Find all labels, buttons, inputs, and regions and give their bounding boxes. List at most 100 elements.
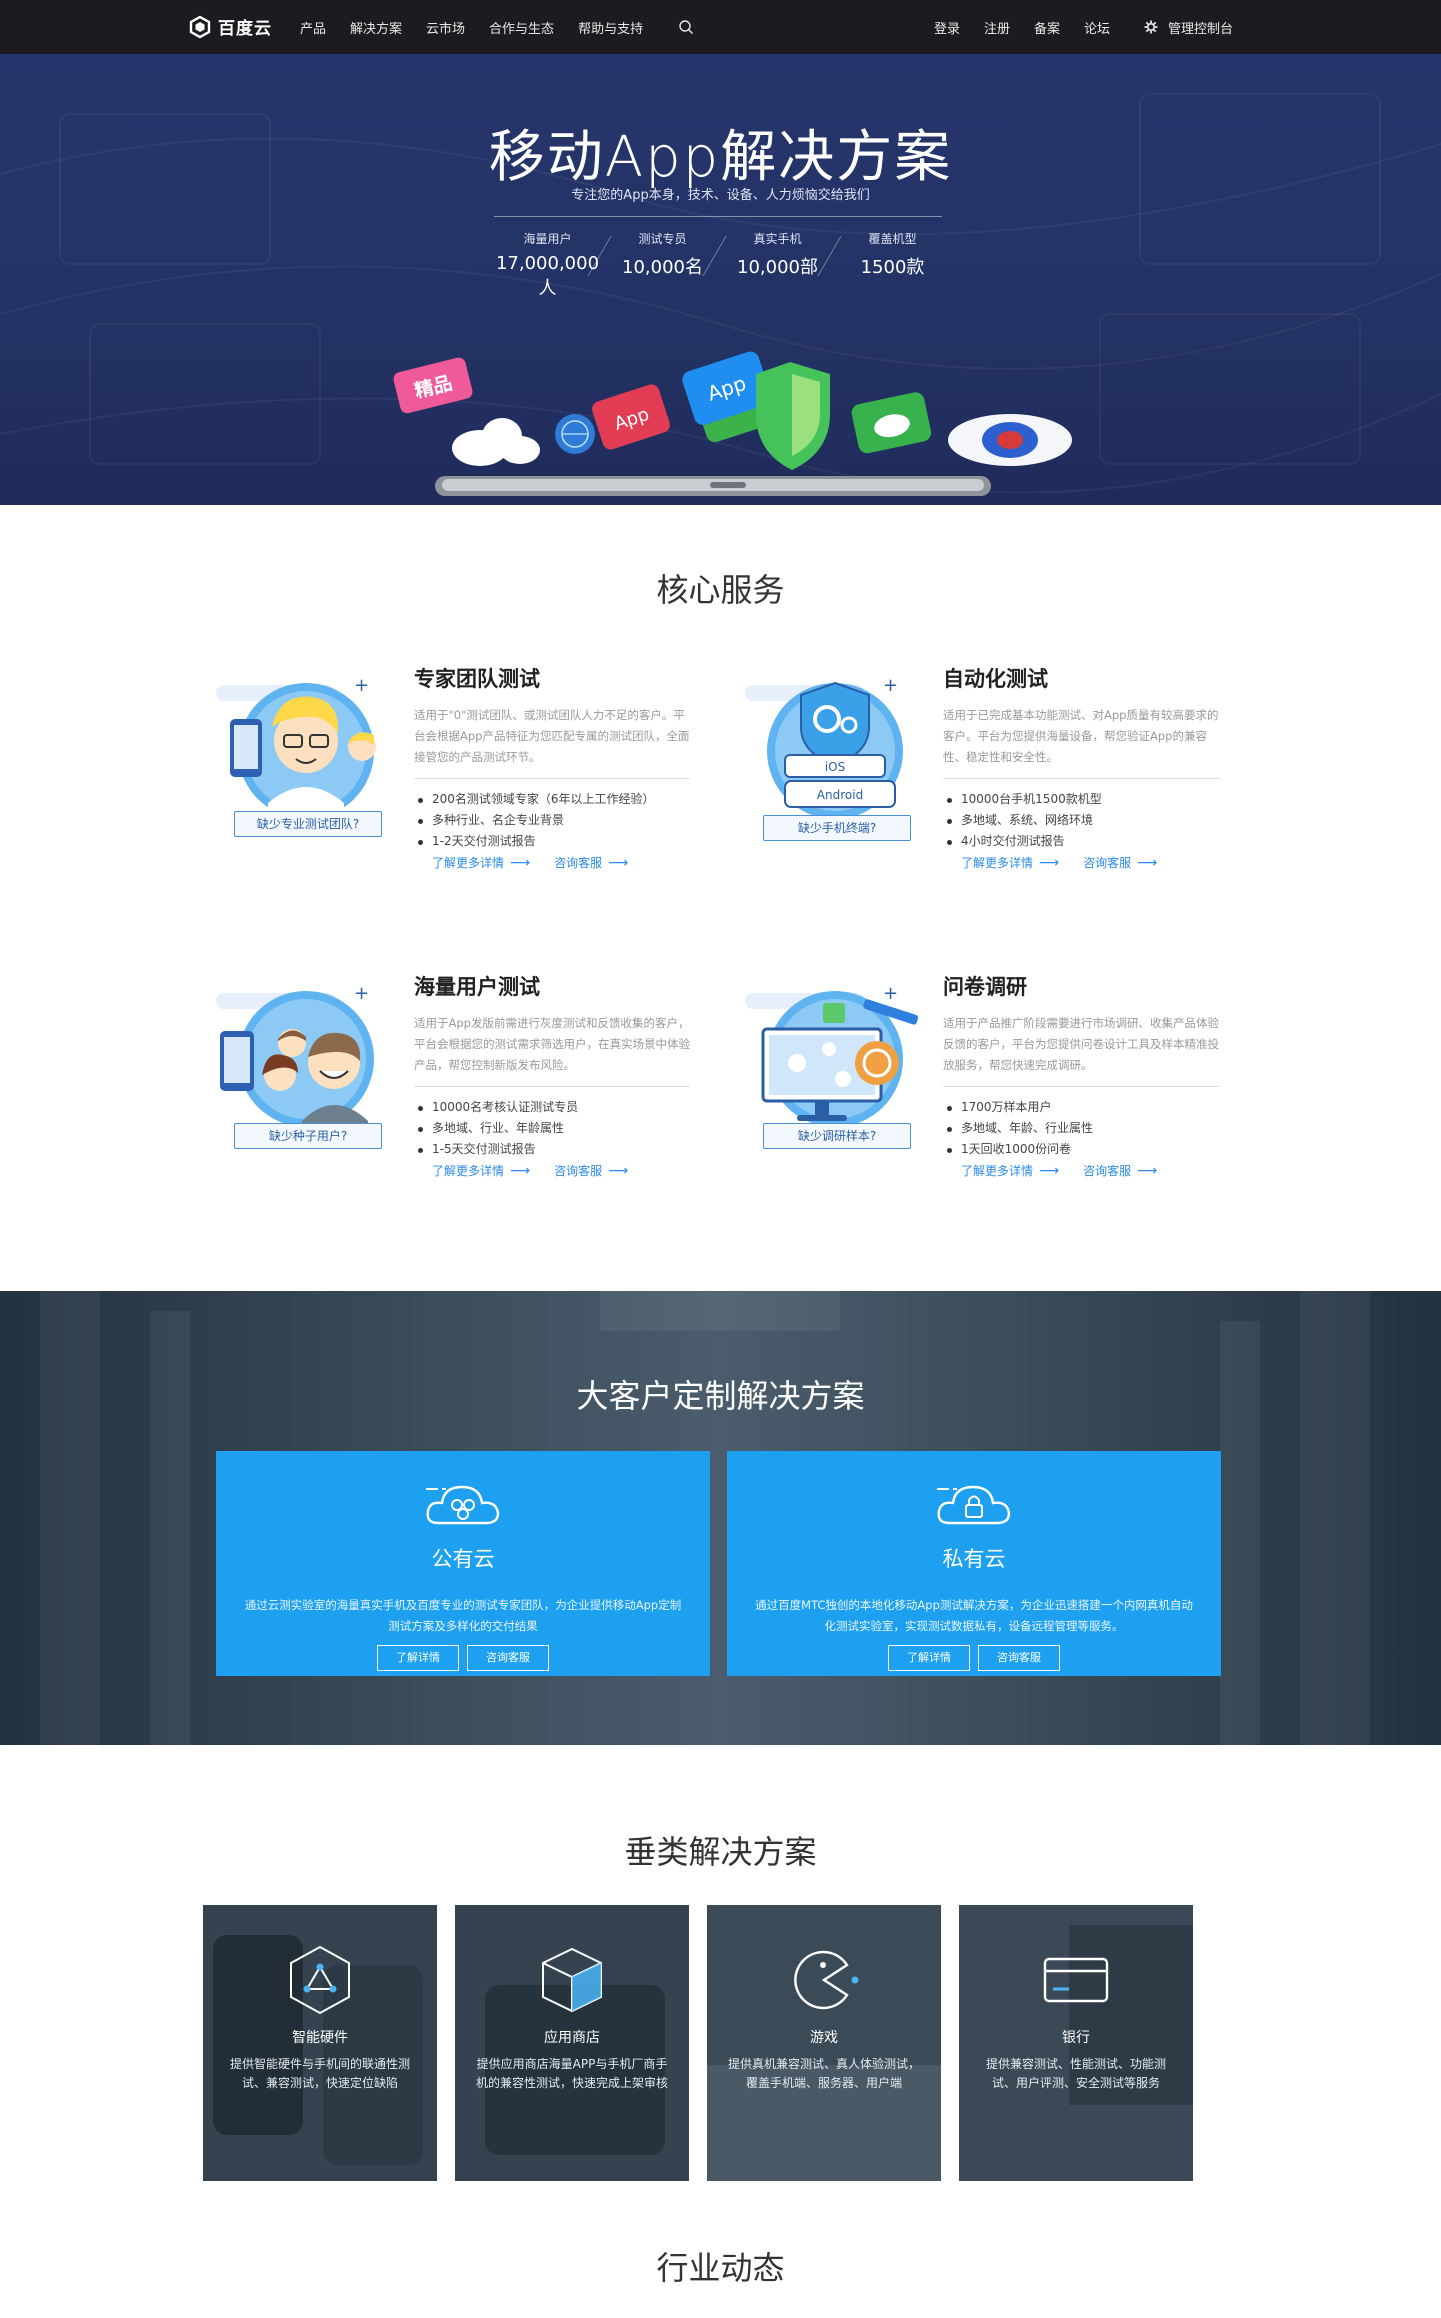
service-body: 海量用户测试 适用于App发版前需进行灰度测试和反馈收集的客户，平台会根据您的测… [414, 971, 690, 1179]
learn-details-button[interactable]: 了解详情 [377, 1645, 459, 1671]
bank-card-icon [1043, 1957, 1109, 2003]
service-tag: 缺少手机终端? [763, 815, 911, 841]
consult-link[interactable]: 咨询客服 ⟶ [554, 854, 628, 871]
nav-item-forum[interactable]: 论坛 [1084, 18, 1110, 37]
hero-illustration: 精品 App App [393, 351, 1072, 496]
link-label: 咨询客服 [1083, 856, 1132, 870]
vertical-solutions-section: 垂类解决方案 智能硬件 提供智能硬件与手机间的联通性测试、兼容测试，快速定位缺陷… [0, 1745, 1441, 2235]
vertical-card-smart-hardware[interactable]: 智能硬件 提供智能硬件与手机间的联通性测试、兼容测试，快速定位缺陷 [203, 1905, 437, 2181]
service-feature-list: 10000台手机1500款机型 多地域、系统、网络环境 4小时交付测试报告 [943, 789, 1219, 852]
arrow-right-icon: ⟶ [1039, 854, 1060, 871]
list-item: 10000名考核认证测试专员 [414, 1097, 690, 1118]
public-cloud-card: 公有云 通过云测实验室的海量真实手机及百度专业的测试专家团队，为企业提供移动Ap… [216, 1451, 710, 1676]
service-card-automation: + iOS Android 缺少手机终端? 自动化测试 适用于已完成基本功能测试… [745, 663, 1265, 903]
list-item: 多种行业、名企专业背景 [414, 810, 690, 831]
consult-button[interactable]: 咨询客服 [467, 1645, 549, 1671]
baidu-cloud-logo[interactable]: 百度云 [188, 14, 272, 39]
link-label: 了解更多详情 [432, 1164, 505, 1178]
android-label: Android [817, 788, 863, 802]
service-description: 适用于App发版前需进行灰度测试和反馈收集的客户，平台会根据您的测试需求筛选用户… [414, 1013, 690, 1087]
arrow-right-icon: ⟶ [1137, 854, 1158, 871]
nav-item-partners[interactable]: 合作与生态 [489, 18, 554, 37]
ios-label: iOS [825, 760, 845, 774]
stat-users: 海量用户 17,000,000人 [490, 230, 605, 300]
link-label: 了解更多详情 [961, 856, 1034, 870]
section-title: 大客户定制解决方案 [576, 1377, 865, 1415]
svg-text:+: + [883, 983, 898, 1004]
list-item: 多地域、年龄、行业属性 [943, 1118, 1219, 1139]
cube-icon [542, 1947, 602, 2013]
private-cloud-card: 私有云 通过百度MTC独创的本地化移动App测试解决方案，为企业迅速搭建一个内网… [727, 1451, 1221, 1676]
vertical-card-bank[interactable]: 银行 提供兼容测试、性能测试、功能测试、用户评测、安全测试等服务 [959, 1905, 1193, 2181]
link-label: 咨询客服 [554, 856, 603, 870]
service-feature-list: 1700万样本用户 多地域、年龄、行业属性 1天回收1000份问卷 [943, 1097, 1219, 1160]
console-label: 管理控制台 [1168, 21, 1234, 37]
stat-models: 覆盖机型 1500款 [835, 230, 950, 300]
service-description: 适用于"0"测试团队、或测试团队人力不足的客户。平台会根据App产品特征为您匹配… [414, 705, 690, 779]
hero-divider [494, 216, 942, 217]
learn-more-link[interactable]: 了解更多详情 ⟶ [432, 854, 530, 871]
service-feature-list: 200名测试领域专家（6年以上工作经验） 多种行业、名企专业背景 1-2天交付测… [414, 789, 690, 852]
learn-more-link[interactable]: 了解更多详情 ⟶ [961, 854, 1059, 871]
nav-item-icp[interactable]: 备案 [1034, 18, 1060, 37]
card-title: 公有云 [431, 1547, 495, 1571]
card-title: 银行 [1062, 2030, 1090, 2046]
nav-item-help[interactable]: 帮助与支持 [578, 18, 643, 37]
card-buttons: 了解详情 咨询客服 [727, 1645, 1221, 1671]
learn-more-link[interactable]: 了解更多详情 ⟶ [432, 1162, 530, 1179]
arrow-right-icon: ⟶ [1137, 1162, 1158, 1179]
consult-link[interactable]: 咨询客服 ⟶ [1083, 854, 1157, 871]
consult-link[interactable]: 咨询客服 ⟶ [1083, 1162, 1157, 1179]
link-label: 了解更多详情 [961, 1164, 1034, 1178]
service-card-expert: + 缺少专业测试团队? 专家团队测试 适用于"0"测试团队、或测试团队人力不足的… [216, 663, 736, 903]
list-item: 1-5天交付测试报告 [414, 1139, 690, 1160]
card-title: 私有云 [942, 1547, 1006, 1571]
card-description: 提供智能硬件与手机间的联通性测试、兼容测试，快速定位缺陷 [229, 2057, 410, 2090]
service-description: 适用于产品推广阶段需要进行市场调研、收集产品体验反馈的客户，平台为您提供问卷设计… [943, 1013, 1219, 1087]
top-navigation-bar: 百度云 产品 解决方案 云市场 合作与生态 帮助与支持 登录 注册 备案 论坛 … [0, 0, 1441, 54]
arrow-right-icon: ⟶ [510, 854, 531, 871]
cloud-team-icon [426, 1485, 500, 1525]
consult-button[interactable]: 咨询客服 [978, 1645, 1060, 1671]
nav-item-register[interactable]: 注册 [984, 18, 1010, 37]
arrow-right-icon: ⟶ [510, 1162, 531, 1179]
vertical-card-app-store[interactable]: 应用商店 提供应用商店海量APP与手机厂商手机的兼容性测试，快速完成上架审核 [455, 1905, 689, 2181]
cloud-lock-icon [937, 1485, 1011, 1525]
triangle-network-icon [290, 1945, 350, 2015]
core-services-section: 核心服务 + 缺少专业测试团队? 专家团队测试 适用于"0"测试团队、或测试团队… [0, 505, 1441, 1291]
arrow-right-icon: ⟶ [608, 1162, 629, 1179]
vertical-card-games[interactable]: 游戏 提供真机兼容测试、真人体验测试，覆盖手机端、服务器、用户端 [707, 1905, 941, 2181]
learn-details-button[interactable]: 了解详情 [888, 1645, 970, 1671]
service-title: 专家团队测试 [414, 667, 540, 691]
gear-icon [1144, 20, 1158, 34]
svg-text:+: + [883, 675, 898, 696]
list-item: 多地域、系统、网络环境 [943, 810, 1219, 831]
industry-news-section: 行业动态 [0, 2235, 1441, 2318]
card-title: 游戏 [810, 2030, 838, 2046]
nav-item-products[interactable]: 产品 [300, 18, 326, 37]
stat-value: 17,000,000人 [495, 253, 600, 299]
link-label: 了解更多详情 [432, 856, 505, 870]
cloud-logo-icon [189, 15, 211, 38]
nav-item-solutions[interactable]: 解决方案 [350, 18, 402, 37]
primary-nav: 产品 解决方案 云市场 合作与生态 帮助与支持 [300, 0, 667, 54]
link-label: 咨询客服 [1083, 1164, 1132, 1178]
service-body: 自动化测试 适用于已完成基本功能测试、对App质量有较高要求的客户。平台为您提供… [943, 663, 1219, 871]
stat-phones: 真实手机 10,000部 [720, 230, 835, 300]
console-link[interactable]: 管理控制台 [1144, 0, 1233, 54]
service-body: 专家团队测试 适用于"0"测试团队、或测试团队人力不足的客户。平台会根据App产… [414, 663, 690, 871]
card-description: 提供真机兼容测试、真人体验测试，覆盖手机端、服务器、用户端 [727, 2057, 920, 2090]
service-tag: 缺少调研样本? [763, 1123, 911, 1149]
nav-item-login[interactable]: 登录 [934, 18, 960, 37]
pacman-icon [794, 1950, 859, 2010]
stat-value: 1500款 [860, 257, 925, 278]
arrow-right-icon: ⟶ [1039, 1162, 1060, 1179]
learn-more-link[interactable]: 了解更多详情 ⟶ [961, 1162, 1059, 1179]
service-feature-list: 10000名考核认证测试专员 多地域、行业、年龄属性 1-5天交付测试报告 [414, 1097, 690, 1160]
logo-text: 百度云 [218, 19, 272, 39]
search-icon[interactable] [678, 19, 694, 35]
consult-link[interactable]: 咨询客服 ⟶ [554, 1162, 628, 1179]
nav-item-marketplace[interactable]: 云市场 [426, 18, 465, 37]
hero-title: 移动App解决方案 [488, 125, 953, 190]
service-links: 了解更多详情 ⟶ 咨询客服 ⟶ [943, 854, 1219, 871]
